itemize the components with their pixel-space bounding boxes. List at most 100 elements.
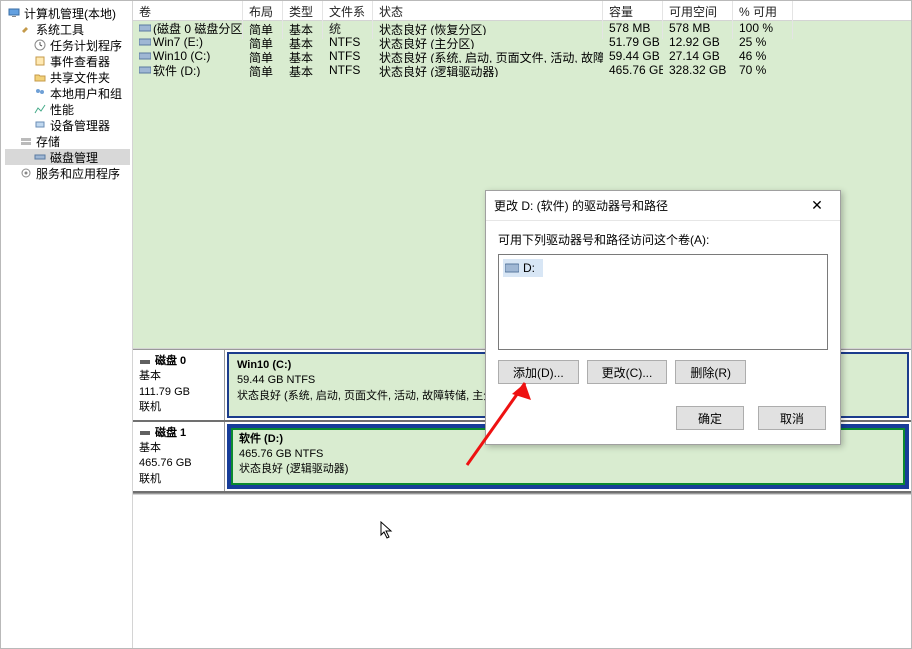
device-icon (33, 118, 47, 132)
disk-icon (139, 427, 151, 439)
cell-layout: 简单 (243, 63, 283, 77)
disk-kind: 基本 (139, 369, 218, 384)
computer-icon (7, 6, 21, 20)
tree-label: 共享文件夹 (50, 69, 110, 86)
cell-layout: 简单 (243, 49, 283, 63)
tree-root-label: 计算机管理(本地) (24, 5, 116, 22)
tree-item-systools[interactable]: 系统工具 (5, 21, 130, 37)
tree-label: 服务和应用程序 (36, 165, 120, 182)
clock-icon (33, 38, 47, 52)
cancel-button[interactable]: 取消 (758, 406, 826, 430)
tree-item-performance[interactable]: 性能 (5, 101, 130, 117)
cell-status: 状态良好 (主分区) (373, 35, 603, 49)
cell-status: 状态良好 (逻辑驱动器) (373, 63, 603, 77)
cell-fs: NTFS (323, 49, 373, 63)
volume-list-header[interactable]: 卷 布局 类型 文件系统 状态 容量 可用空间 % 可用 (133, 1, 911, 21)
cell-status: 状态良好 (恢复分区) (373, 21, 603, 35)
tree-item-diskmgmt[interactable]: 磁盘管理 (5, 149, 130, 165)
cell-type: 基本 (283, 49, 323, 63)
add-button[interactable]: 添加(D)... (498, 360, 579, 384)
drive-path-text: D: (523, 261, 535, 275)
tree-label: 本地用户和组 (50, 85, 122, 102)
vol-status: 状态良好 (逻辑驱动器) (239, 462, 897, 477)
dialog-body: 可用下列驱动器号和路径访问这个卷(A): D: 添加(D)... 更改(C)..… (486, 221, 840, 396)
cell-cap: 465.76 GB (603, 63, 663, 77)
cell-layout: 简单 (243, 21, 283, 35)
volume-list-body[interactable]: (磁盘 0 磁盘分区 2)简单基本状态良好 (恢复分区)578 MB578 MB… (133, 21, 911, 77)
volume-row[interactable]: 软件 (D:) 简单基本NTFS状态良好 (逻辑驱动器)465.76 GB328.… (133, 63, 911, 77)
ok-button[interactable]: 确定 (676, 406, 744, 430)
cell-type: 基本 (283, 21, 323, 35)
disk-title: 磁盘 1 (155, 426, 186, 441)
dialog-titlebar[interactable]: 更改 D: (软件) 的驱动器号和路径 ✕ (486, 191, 840, 221)
tree-item-devicemgr[interactable]: 设备管理器 (5, 117, 130, 133)
volume-icon (139, 23, 151, 33)
volume-row[interactable]: Win10 (C:)简单基本NTFS状态良好 (系统, 启动, 页面文件, 活动… (133, 49, 911, 63)
disk-title: 磁盘 0 (155, 354, 186, 369)
dialog-button-row: 添加(D)... 更改(C)... 删除(R) (498, 360, 828, 384)
tree-label: 任务计划程序 (50, 37, 122, 54)
tree-item-storage[interactable]: 存储 (5, 133, 130, 149)
services-icon (19, 166, 33, 180)
tree-label: 系统工具 (36, 21, 84, 38)
cell-fs (323, 21, 373, 35)
cell-cap: 578 MB (603, 21, 663, 35)
lower-pane (133, 494, 911, 624)
tree-label: 存储 (36, 133, 60, 150)
close-icon[interactable]: ✕ (802, 197, 832, 214)
cell-type: 基本 (283, 63, 323, 77)
cursor-icon (380, 521, 394, 539)
cell-name: Win7 (E:) (153, 35, 203, 49)
tree-item-services[interactable]: 服务和应用程序 (5, 165, 130, 181)
tree: 计算机管理(本地) 系统工具 任务计划程序 事件查看器 共享文件夹 本地用户和组 (1, 3, 132, 183)
users-icon (33, 86, 47, 100)
cell-free: 578 MB (663, 21, 733, 35)
disk-size: 111.79 GB (139, 385, 218, 400)
drive-path-list[interactable]: D: (498, 254, 828, 350)
cell-type: 基本 (283, 35, 323, 49)
volume-row[interactable]: (磁盘 0 磁盘分区 2)简单基本状态良好 (恢复分区)578 MB578 MB… (133, 21, 911, 35)
folder-icon (33, 70, 47, 84)
remove-button[interactable]: 删除(R) (675, 360, 746, 384)
vol-name: Win10 (C:) (237, 359, 291, 371)
tree-item-taskscheduler[interactable]: 任务计划程序 (5, 37, 130, 53)
drive-icon (505, 262, 519, 274)
tree-item-eventviewer[interactable]: 事件查看器 (5, 53, 130, 69)
change-button[interactable]: 更改(C)... (587, 360, 668, 384)
disk-icon (139, 356, 151, 368)
tree-item-sharedfolders[interactable]: 共享文件夹 (5, 69, 130, 85)
cell-free: 27.14 GB (663, 49, 733, 63)
vol-size: 465.76 GB NTFS (239, 447, 897, 462)
storage-icon (19, 134, 33, 148)
wrench-icon (19, 22, 33, 36)
disk-online: 联机 (139, 472, 218, 487)
sidebar: 计算机管理(本地) 系统工具 任务计划程序 事件查看器 共享文件夹 本地用户和组 (1, 1, 133, 648)
cell-free: 12.92 GB (663, 35, 733, 49)
cell-name: Win10 (C:) (153, 49, 210, 63)
disk-0-label[interactable]: 磁盘 0 基本 111.79 GB 联机 (133, 350, 225, 420)
cell-cap: 51.79 GB (603, 35, 663, 49)
tree-label: 事件查看器 (50, 53, 110, 70)
cell-pct: 46 % (733, 49, 793, 63)
disk-online: 联机 (139, 400, 218, 415)
cell-pct: 25 % (733, 35, 793, 49)
cell-free: 328.32 GB (663, 63, 733, 77)
vol-name: 软件 (D:) (239, 433, 283, 445)
volume-row[interactable]: Win7 (E:)简单基本NTFS状态良好 (主分区)51.79 GB12.92… (133, 35, 911, 49)
tree-label: 设备管理器 (50, 117, 110, 134)
cell-fs: NTFS (323, 63, 373, 77)
volume-icon (139, 51, 151, 61)
dialog-title-text: 更改 D: (软件) 的驱动器号和路径 (494, 197, 668, 214)
event-icon (33, 54, 47, 68)
cell-name: 软件 (D:) (153, 63, 200, 77)
cell-pct: 100 % (733, 21, 793, 35)
change-drive-letter-dialog: 更改 D: (软件) 的驱动器号和路径 ✕ 可用下列驱动器号和路径访问这个卷(A… (485, 190, 841, 445)
cell-fs: NTFS (323, 35, 373, 49)
disk-size: 465.76 GB (139, 456, 218, 471)
perf-icon (33, 102, 47, 116)
cell-name: (磁盘 0 磁盘分区 2) (153, 21, 243, 35)
tree-root-node[interactable]: 计算机管理(本地) (5, 5, 130, 21)
drive-path-item[interactable]: D: (503, 259, 543, 277)
disk-1-label[interactable]: 磁盘 1 基本 465.76 GB 联机 (133, 422, 225, 492)
tree-item-localusers[interactable]: 本地用户和组 (5, 85, 130, 101)
